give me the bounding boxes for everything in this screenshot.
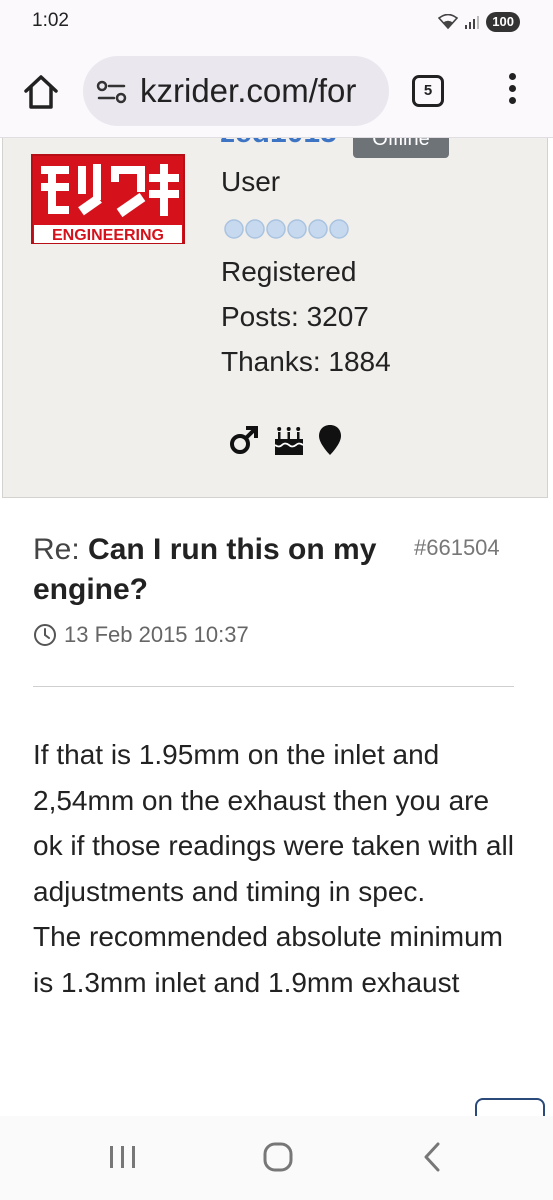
address-bar[interactable]: kzrider.com/for bbox=[83, 56, 389, 126]
male-icon[interactable] bbox=[228, 424, 260, 456]
page-content: zed1015 Offline ENGINEERING User Registe… bbox=[0, 138, 553, 1116]
birthday-cake-icon[interactable] bbox=[274, 424, 304, 456]
rank-dot bbox=[266, 219, 286, 239]
svg-text:ENGINEERING: ENGINEERING bbox=[52, 227, 164, 244]
user-thanks: Thanks: 1884 bbox=[221, 346, 391, 377]
home-icon[interactable] bbox=[22, 74, 60, 110]
username-link[interactable]: zed1015 bbox=[220, 138, 337, 150]
post-paragraph: If that is 1.95mm on the inlet and 2,54m… bbox=[33, 739, 514, 907]
status-bar: 1:02 100 bbox=[0, 0, 553, 44]
post-date: 13 Feb 2015 10:37 bbox=[33, 622, 249, 648]
back-icon[interactable] bbox=[420, 1140, 444, 1174]
rank-dot bbox=[329, 219, 349, 239]
user-posts: Posts: 3207 bbox=[221, 301, 369, 332]
status-icons: 100 bbox=[438, 11, 520, 33]
rank-dot bbox=[287, 219, 307, 239]
user-avatar: ENGINEERING bbox=[31, 154, 185, 244]
post-body: If that is 1.95mm on the inlet and 2,54m… bbox=[33, 732, 518, 1005]
site-settings-icon[interactable] bbox=[96, 80, 128, 104]
status-time: 1:02 bbox=[32, 10, 69, 31]
rank-dot bbox=[224, 219, 244, 239]
user-rank: User bbox=[221, 166, 281, 197]
browser-toolbar: kzrider.com/for 5 bbox=[0, 44, 553, 138]
status-badge: Offline bbox=[353, 138, 449, 158]
rank-indicator bbox=[224, 219, 349, 239]
rank-dot bbox=[308, 219, 328, 239]
post-title[interactable]: Re: Can I run this on my engine? bbox=[33, 530, 403, 610]
post-divider bbox=[33, 686, 514, 687]
url-text[interactable]: kzrider.com/for bbox=[140, 72, 356, 110]
rank-dot bbox=[245, 219, 265, 239]
signal-icon bbox=[465, 16, 480, 29]
user-icons bbox=[228, 424, 342, 456]
clock-icon bbox=[34, 624, 56, 646]
wifi-icon bbox=[438, 14, 459, 30]
system-navigation-bar bbox=[0, 1116, 553, 1200]
post-date-text: 13 Feb 2015 10:37 bbox=[64, 622, 249, 647]
tab-switcher-button[interactable]: 5 bbox=[412, 75, 444, 107]
post-title-text[interactable]: Can I run this on my engine? bbox=[33, 533, 376, 606]
more-options-icon[interactable] bbox=[500, 70, 524, 110]
battery-indicator: 100 bbox=[486, 12, 520, 32]
map-marker-icon[interactable] bbox=[318, 424, 342, 456]
reply-prefix: Re: bbox=[33, 533, 80, 566]
home-nav-icon[interactable] bbox=[262, 1140, 294, 1174]
scroll-to-top-button[interactable] bbox=[475, 1098, 545, 1116]
post-number-link[interactable]: #661504 bbox=[414, 535, 500, 561]
recent-apps-icon[interactable] bbox=[108, 1140, 138, 1174]
user-registered: Registered bbox=[221, 256, 357, 287]
post-paragraph: The recommended absolute minimum is 1.3m… bbox=[33, 921, 503, 998]
